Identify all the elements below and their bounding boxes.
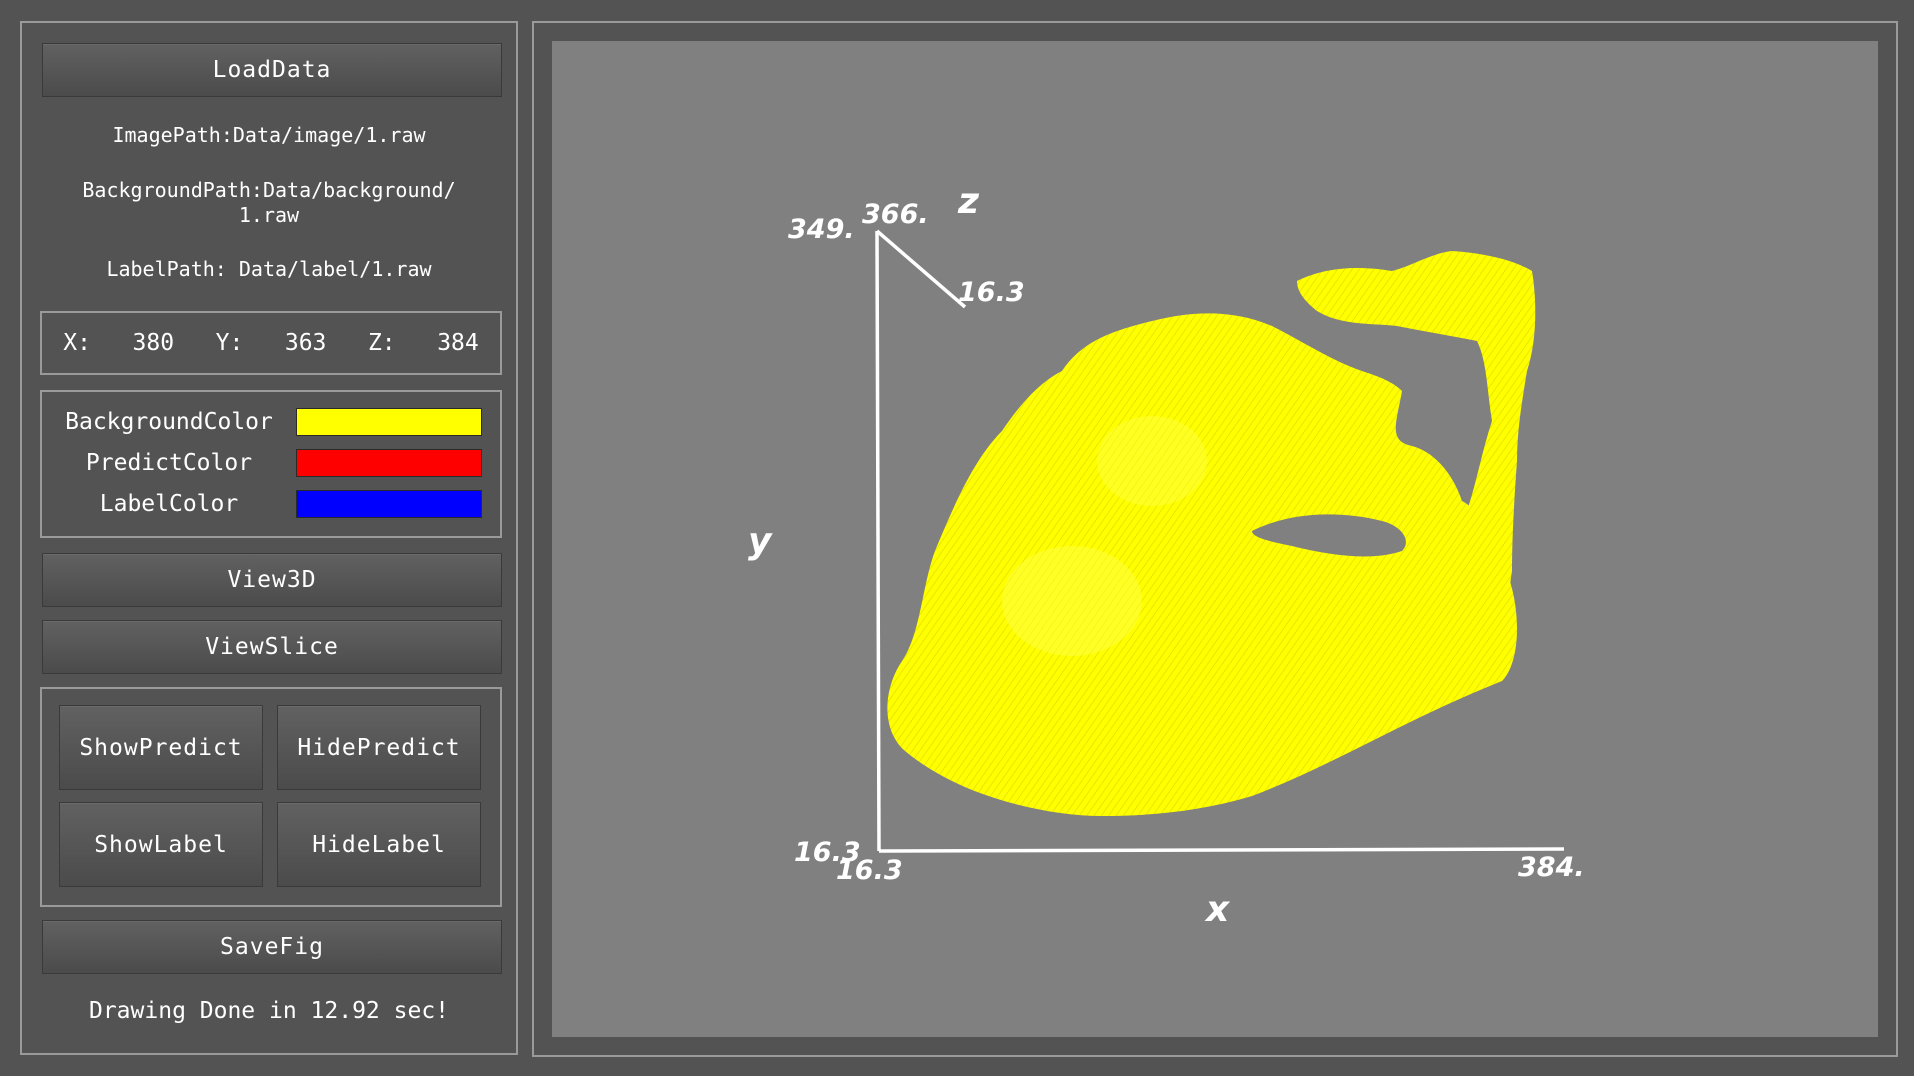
background-color-swatch[interactable] [296, 408, 482, 436]
predict-color-row: PredictColor [42, 447, 500, 479]
background-color-label: BackgroundColor [65, 409, 273, 435]
background-path-label-line1: BackgroundPath:Data/background/ [82, 178, 456, 202]
predict-color-label: PredictColor [85, 450, 253, 476]
label-color-row: LabelColor [42, 488, 500, 520]
coordinates-row: X: 380 Y: 363 Z: 384 [42, 313, 500, 373]
hide-predict-button[interactable]: HidePredict [277, 705, 481, 790]
show-label-button[interactable]: ShowLabel [59, 802, 263, 887]
x-coord-value: 380 [132, 330, 175, 356]
y-axis-name: y [748, 521, 773, 562]
z-coord-label: Z: [367, 330, 396, 356]
z-axis-line [875, 229, 967, 309]
coordinates-box: X: 380 Y: 363 Z: 384 [40, 311, 502, 375]
image-path-label: ImagePath:Data/image/1.raw [112, 123, 426, 147]
hide-label-button[interactable]: HideLabel [277, 802, 481, 887]
color-settings-box: BackgroundColor PredictColor LabelColor [40, 390, 502, 538]
x-axis-name: x [1204, 889, 1231, 930]
y-coord-label: Y: [215, 330, 244, 356]
volume-main-body [887, 313, 1517, 816]
x-axis-max-label: 384. [1518, 852, 1585, 883]
background-color-row: BackgroundColor [42, 406, 500, 438]
label-color-swatch[interactable] [296, 490, 482, 518]
z-axis-min-label: 16.3 [958, 277, 1025, 308]
z-coord-value: 384 [437, 330, 479, 356]
savefig-button[interactable]: SaveFig [42, 920, 502, 974]
volume-highlight-2 [1097, 416, 1207, 506]
3d-axes-svg: 349. 366. 16.3 16.3 16.3 384. z y x [748, 181, 1585, 930]
render-panel: 349. 366. 16.3 16.3 16.3 384. z y x [532, 21, 1898, 1057]
x-axis-min-label: 16.3 [836, 855, 903, 886]
viewslice-button[interactable]: ViewSlice [42, 620, 502, 674]
3d-render-view[interactable]: 349. 366. 16.3 16.3 16.3 384. z y x [552, 41, 1878, 1037]
volume-highlight [1002, 546, 1142, 656]
y-axis-max-label: 349. [788, 214, 855, 245]
label-color-label: LabelColor [99, 491, 239, 517]
display-toggle-box: ShowPredict HidePredict ShowLabel HideLa… [40, 687, 502, 907]
predict-color-swatch[interactable] [296, 449, 482, 477]
z-axis-max-label: 366. [862, 199, 929, 230]
view3d-button[interactable]: View3D [42, 553, 502, 607]
volume-surface [887, 251, 1536, 816]
y-coord-value: 363 [284, 330, 327, 356]
z-axis-name: z [957, 181, 980, 222]
show-predict-button[interactable]: ShowPredict [59, 705, 263, 790]
x-coord-label: X: [63, 330, 91, 356]
y-axis-line [875, 230, 881, 852]
background-path-label-line2: 1.raw [238, 203, 300, 227]
label-path-label: LabelPath: Data/label/1.raw [106, 257, 432, 281]
status-message: Drawing Done in 12.92 sec! [88, 998, 450, 1024]
control-panel: LoadData ImagePath:Data/image/1.raw Back… [20, 21, 518, 1055]
load-data-button[interactable]: LoadData [42, 43, 502, 97]
x-axis-line [878, 847, 1565, 853]
